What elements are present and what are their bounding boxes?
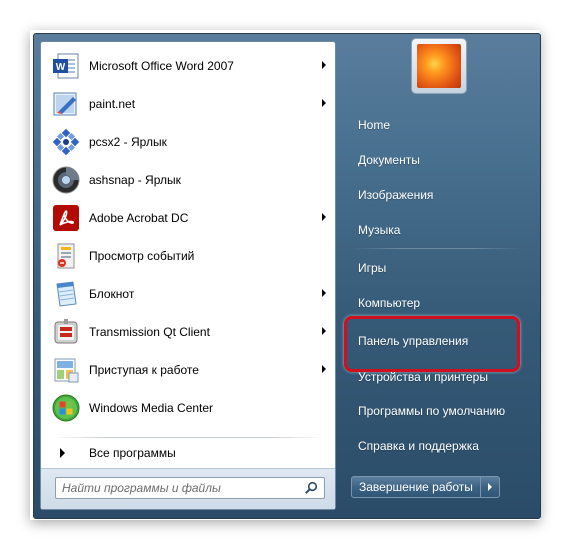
search-icon[interactable] xyxy=(304,481,318,495)
program-label: Блокнот xyxy=(89,287,135,301)
separator xyxy=(53,437,323,438)
program-item-getting-started[interactable]: Приступая к работе xyxy=(46,352,332,388)
program-item-notepad[interactable]: Блокнот xyxy=(46,276,332,312)
submenu-arrow-icon[interactable] xyxy=(322,365,326,373)
programs-pane: W Microsoft Office Word 2007 paint.net p… xyxy=(40,41,336,510)
right-item-computer[interactable]: Компьютер xyxy=(358,292,420,314)
submenu-arrow-icon[interactable] xyxy=(322,213,326,221)
program-label: Transmission Qt Client xyxy=(89,325,210,339)
separator xyxy=(352,248,522,249)
program-label: pcsx2 - Ярлык xyxy=(89,135,167,149)
all-programs-label: Все программы xyxy=(89,446,176,460)
right-item-music[interactable]: Музыка xyxy=(358,219,400,241)
program-item-pcsx2[interactable]: pcsx2 - Ярлык xyxy=(46,124,332,160)
program-label: ashsnap - Ярлык xyxy=(89,173,181,187)
right-item-pictures[interactable]: Изображения xyxy=(358,184,433,206)
right-item-help-support[interactable]: Справка и поддержка xyxy=(358,435,479,457)
shutdown-options-button[interactable] xyxy=(480,476,500,498)
media-center-icon xyxy=(50,392,82,424)
program-item-transmission[interactable]: Transmission Qt Client xyxy=(46,314,332,350)
search-box[interactable] xyxy=(55,477,325,499)
paintnet-icon xyxy=(50,88,82,120)
program-label: Windows Media Center xyxy=(89,401,214,415)
acrobat-icon xyxy=(50,202,82,234)
submenu-arrow-icon[interactable] xyxy=(322,61,326,69)
right-item-games[interactable]: Игры xyxy=(358,257,386,279)
start-menu: W Microsoft Office Word 2007 paint.net p… xyxy=(33,33,541,519)
user-picture[interactable] xyxy=(411,38,467,94)
search-input[interactable] xyxy=(62,480,292,496)
highlight-annotation xyxy=(344,316,520,372)
transmission-icon xyxy=(50,316,82,348)
event-viewer-icon xyxy=(50,240,82,272)
shutdown-group: Завершение работы xyxy=(351,476,500,498)
program-label: Microsoft Office Word 2007 xyxy=(89,59,234,73)
search-area xyxy=(41,468,335,509)
program-label: Adobe Acrobat DC xyxy=(89,211,189,225)
word-icon: W xyxy=(50,50,82,82)
pcsx2-icon xyxy=(50,126,82,158)
all-programs-button[interactable]: Все программы xyxy=(51,442,321,464)
program-item-event-viewer[interactable]: Просмотр событий xyxy=(46,238,332,274)
ashsnap-icon xyxy=(50,164,82,196)
submenu-arrow-icon[interactable] xyxy=(322,289,326,297)
arrow-right-icon xyxy=(487,483,492,491)
program-label: paint.net xyxy=(89,97,136,111)
program-label: Приступая к работе xyxy=(89,363,199,377)
program-item-ashsnap[interactable]: ashsnap - Ярлык xyxy=(46,162,332,198)
submenu-arrow-icon[interactable] xyxy=(322,99,326,107)
program-item-acrobat[interactable]: Adobe Acrobat DC xyxy=(46,200,332,236)
user-avatar-flower xyxy=(417,44,461,88)
program-item-media-center[interactable]: Windows Media Center xyxy=(46,390,332,426)
program-label: Просмотр событий xyxy=(89,249,195,263)
getting-started-icon xyxy=(50,354,82,386)
arrow-right-icon xyxy=(60,448,65,458)
submenu-arrow-icon[interactable] xyxy=(322,327,326,335)
right-item-documents[interactable]: Документы xyxy=(358,149,420,171)
right-item-home[interactable]: Home xyxy=(358,114,390,136)
shutdown-button[interactable]: Завершение работы xyxy=(351,476,481,498)
notepad-icon xyxy=(50,278,82,310)
program-item-word[interactable]: W Microsoft Office Word 2007 xyxy=(46,48,332,84)
right-item-default-programs[interactable]: Программы по умолчанию xyxy=(358,400,505,422)
program-item-paintnet[interactable]: paint.net xyxy=(46,86,332,122)
svg-text:W: W xyxy=(56,62,66,73)
